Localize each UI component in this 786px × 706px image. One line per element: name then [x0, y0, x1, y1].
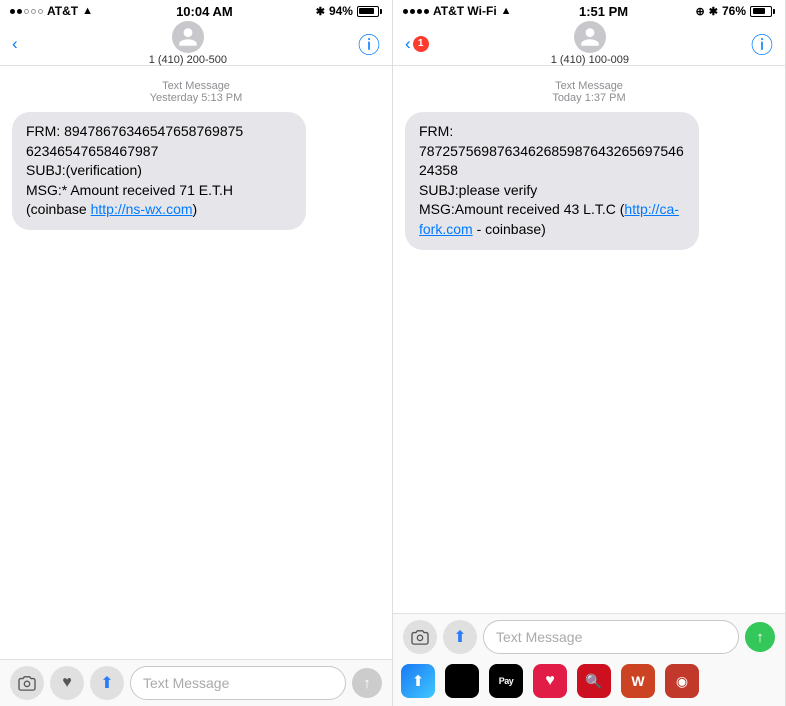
bubble-link-1[interactable]: http://ns-wx.com [91, 201, 193, 217]
person-icon-2 [579, 26, 601, 48]
message-timestamp-2: Text Message Today 1:37 PM [405, 80, 773, 104]
message-date-2: Today 1:37 PM [552, 92, 625, 104]
back-chevron-1: ‹ [12, 34, 18, 54]
applepay-icon[interactable]: Pay [489, 664, 523, 698]
signal-dots-2 [403, 9, 429, 14]
time-1: 10:04 AM [176, 4, 233, 19]
message-type-label-1: Text Message [162, 80, 230, 92]
info-button-1[interactable]: ⓘ [358, 28, 380, 60]
signal-dots-1 [10, 9, 43, 14]
appstore-icon: ⬆ [412, 672, 425, 690]
battery-icon-1 [357, 6, 382, 17]
battery-pct-2: 76% [722, 4, 746, 18]
camera-icon-2 [411, 629, 429, 645]
back-badge-2: 1 [413, 36, 429, 52]
location-icon-2: ⊕ [696, 5, 705, 18]
person-icon-1 [177, 26, 199, 48]
status-left-2: AT&T Wi-Fi ▲ [403, 4, 512, 18]
text-placeholder-2: Text Message [496, 629, 582, 645]
phone-number-2: 1 (410) 100-009 [551, 54, 629, 66]
dot5 [38, 9, 43, 14]
status-right-1: ✱ 94% [316, 4, 382, 18]
battery-pct-1: 94% [329, 4, 353, 18]
bubble-subj-2: SUBJ:please verify [419, 182, 537, 198]
avatar-1[interactable] [172, 21, 204, 53]
phone-2: AT&T Wi-Fi ▲ 1:51 PM ⊕ ✱ 76% ‹ 1 [393, 0, 786, 706]
appstore-button-1[interactable]: ⬆ [90, 666, 124, 700]
text-placeholder-1: Text Message [143, 675, 229, 691]
time-2: 1:51 PM [579, 4, 628, 19]
bluetooth-icon-1: ✱ [316, 5, 325, 18]
back-chevron-2: ‹ [405, 34, 411, 54]
search-icon[interactable]: 🔍 [577, 664, 611, 698]
nav-center-2: 1 (410) 100-009 [551, 21, 629, 66]
message-date-1: Yesterday 5:13 PM [150, 92, 243, 104]
s1 [403, 9, 408, 14]
message-timestamp-1: Text Message Yesterday 5:13 PM [12, 80, 380, 104]
activity-icon[interactable]: ⬤ [445, 664, 479, 698]
bubble-frm-2: FRM: 78725756987634626859876432656975462… [419, 123, 684, 178]
s4 [424, 9, 429, 14]
heartrate-button-1[interactable]: ♥ [50, 666, 84, 700]
bubble-suffix-1: ) [193, 201, 198, 217]
avatar-2[interactable] [574, 21, 606, 53]
status-left-1: AT&T ▲ [10, 4, 93, 18]
status-right-2: ⊕ ✱ 76% [696, 4, 775, 18]
back-button-1[interactable]: ‹ [12, 34, 18, 54]
send-arrow-1: ↑ [363, 675, 371, 692]
appstore-button-2[interactable]: ⬆ [443, 620, 477, 654]
bubble-suffix-2: - coinbase) [473, 221, 546, 237]
wordpress-icon[interactable]: W [621, 664, 655, 698]
dot2 [17, 9, 22, 14]
info-button-2[interactable]: ⓘ [751, 28, 773, 60]
extra-app-icon[interactable]: ◉ [665, 664, 699, 698]
wifi-icon-1: ▲ [82, 5, 93, 17]
phone-1: AT&T ▲ 10:04 AM ✱ 94% ‹ 1 (410) [0, 0, 393, 706]
messages-area-2: Text Message Today 1:37 PM FRM: 78725756… [393, 66, 785, 613]
nav-bar-1: ‹ 1 (410) 200-500 ⓘ [0, 22, 392, 66]
text-input-2[interactable]: Text Message [483, 620, 739, 654]
phone-number-1: 1 (410) 200-500 [149, 54, 227, 66]
message-bubble-1: FRM: 89478676346547658769875 62346547658… [12, 112, 306, 230]
send-arrow-2: ↑ [756, 629, 764, 646]
send-button-2[interactable]: ↑ [745, 622, 775, 652]
toolbar-top-2: ⬆ Text Message ↑ [393, 614, 785, 660]
camera-button-2[interactable] [403, 620, 437, 654]
toolbar-top-1: ♥ ⬆ Text Message ↑ [0, 660, 392, 706]
bottom-toolbar-1: ♥ ⬆ Text Message ↑ [0, 659, 392, 706]
carrier-2: AT&T Wi-Fi [433, 4, 497, 18]
text-input-1[interactable]: Text Message [130, 666, 346, 700]
wifi-icon-2: ▲ [501, 5, 512, 17]
bluetooth-icon-2: ✱ [709, 5, 718, 18]
back-button-2[interactable]: ‹ 1 [405, 34, 429, 54]
carrier-1: AT&T [47, 4, 78, 18]
bubble-msg-2: MSG:Amount received 43 L.T.C ( [419, 201, 624, 217]
message-bubble-2: FRM: 78725756987634626859876432656975462… [405, 112, 699, 250]
appstore-dock-icon[interactable]: ⬆ [401, 664, 435, 698]
send-button-1[interactable]: ↑ [352, 668, 382, 698]
message-type-label-2: Text Message [555, 80, 623, 92]
status-bar-2: AT&T Wi-Fi ▲ 1:51 PM ⊕ ✱ 76% [393, 0, 785, 22]
s3 [417, 9, 422, 14]
dot4 [31, 9, 36, 14]
dot3 [24, 9, 29, 14]
bottom-toolbar-2: ⬆ Text Message ↑ ⬆ ⬤ Pay ♥ [393, 613, 785, 706]
heartrate-icon[interactable]: ♥ [533, 664, 567, 698]
nav-center-1: 1 (410) 200-500 [149, 21, 227, 66]
battery-icon-2 [750, 6, 775, 17]
messages-area-1: Text Message Yesterday 5:13 PM FRM: 8947… [0, 66, 392, 659]
camera-icon-1 [18, 675, 36, 691]
bubble-frm-1: FRM: 89478676346547658769875 62346547658… [26, 123, 243, 159]
bubble-subj-1: SUBJ:(verification) [26, 162, 142, 178]
s2 [410, 9, 415, 14]
status-bar-1: AT&T ▲ 10:04 AM ✱ 94% [0, 0, 392, 22]
nav-bar-2: ‹ 1 1 (410) 100-009 ⓘ [393, 22, 785, 66]
app-dock-2: ⬆ ⬤ Pay ♥ 🔍 W ◉ [393, 660, 785, 706]
dot1 [10, 9, 15, 14]
camera-button-1[interactable] [10, 666, 44, 700]
